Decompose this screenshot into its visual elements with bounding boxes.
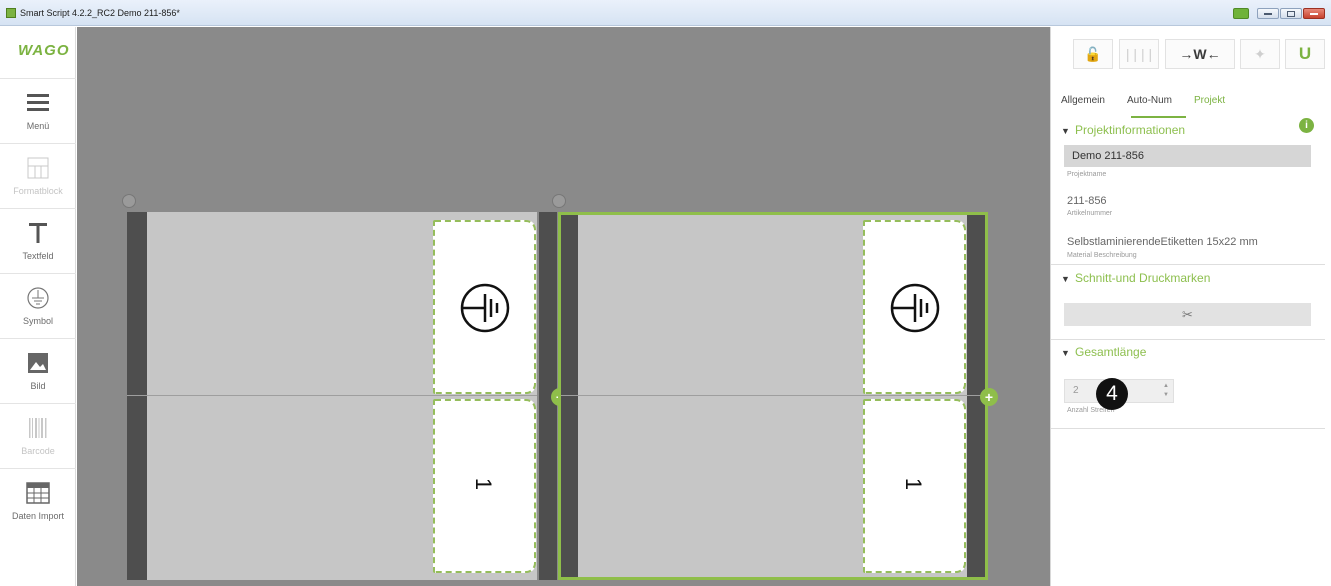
- strip-1-handle[interactable]: [122, 194, 136, 208]
- label-number: 1: [901, 477, 927, 491]
- minimize-button[interactable]: [1257, 8, 1279, 19]
- strip-2-midline: [561, 395, 985, 396]
- article-number-caption: Artikelnummer: [1067, 210, 1113, 217]
- tool-menu[interactable]: Menü: [0, 80, 76, 144]
- strip-2-handle[interactable]: [552, 194, 566, 208]
- properties-panel: 🔓 | | | | →W← ✦ U Allgemein Auto-Num Pro…: [1050, 27, 1331, 586]
- close-button[interactable]: [1303, 8, 1325, 19]
- project-name-field[interactable]: Demo 211-856: [1064, 145, 1311, 167]
- tab-auto-num[interactable]: Auto-Num: [1127, 95, 1172, 106]
- label-cell-number[interactable]: 1: [863, 399, 966, 573]
- info-icon[interactable]: i: [1299, 118, 1314, 133]
- wago-logo: WAGO: [0, 27, 76, 79]
- format-block-icon: [27, 157, 49, 179]
- label-number: 1: [471, 477, 497, 491]
- fit-width-icon[interactable]: →W←: [1165, 39, 1235, 69]
- divider: [1051, 428, 1325, 429]
- material-description-value[interactable]: SelbstlaminierendeEtiketten 15x22 mm: [1067, 236, 1258, 248]
- maximize-button[interactable]: [1280, 8, 1302, 19]
- app-icon: [6, 8, 16, 18]
- label-canvas[interactable]: 1 + 1 +: [77, 27, 1050, 586]
- section-schnitt-und-druckmarken[interactable]: ▼ Schnitt-und Druckmarken: [1061, 271, 1210, 285]
- strip-1-left-edge: [127, 212, 147, 580]
- tool-textfeld[interactable]: Textfeld: [0, 210, 76, 274]
- tool-bild[interactable]: Bild: [0, 340, 76, 404]
- title-bar: Smart Script 4.2.2_RC2 Demo 211-856*: [0, 0, 1331, 26]
- workspace-icon[interactable]: [1233, 8, 1249, 19]
- chevron-down-icon: ▼: [1061, 348, 1070, 358]
- article-number-value[interactable]: 211-856: [1067, 195, 1107, 207]
- label-cell-symbol[interactable]: [863, 220, 966, 394]
- left-toolbar: WAGO Menü Formatblock Textfeld Symbol Bi…: [0, 27, 76, 586]
- stepper-arrows-icon[interactable]: ▲ ▼: [1163, 382, 1169, 400]
- label-cell-number[interactable]: 1: [433, 399, 536, 573]
- protective-earth-icon: [460, 283, 510, 333]
- magnet-icon[interactable]: U: [1285, 39, 1325, 69]
- divider: [1051, 339, 1325, 340]
- divider: [1051, 264, 1325, 265]
- magic-wand-icon[interactable]: ✦: [1240, 39, 1280, 69]
- tool-symbol[interactable]: Symbol: [0, 275, 76, 339]
- chevron-down-icon: ▼: [1061, 126, 1070, 136]
- section-gesamtlaenge[interactable]: ▼ Gesamtlänge: [1061, 345, 1146, 359]
- tab-projekt[interactable]: Projekt: [1194, 95, 1225, 106]
- add-label-button[interactable]: +: [980, 388, 998, 406]
- unlock-icon[interactable]: 🔓: [1073, 39, 1113, 69]
- window-title: Smart Script 4.2.2_RC2 Demo 211-856*: [20, 8, 180, 18]
- columns-icon[interactable]: | | | |: [1119, 39, 1159, 69]
- strip-1-midline: [127, 395, 537, 396]
- chevron-down-icon: ▼: [1061, 274, 1070, 284]
- scissors-icon[interactable]: ✂: [1064, 303, 1311, 326]
- callout-badge: 4: [1096, 378, 1128, 410]
- strip-2-left-edge: [561, 215, 578, 577]
- section-projektinformationen[interactable]: ▼ Projektinformationen: [1061, 123, 1185, 137]
- tool-daten-import[interactable]: Daten Import: [0, 470, 76, 534]
- material-description-caption: Material Beschreibung: [1067, 252, 1137, 259]
- image-icon: [28, 353, 48, 373]
- tool-barcode[interactable]: Barcode: [0, 405, 76, 469]
- table-import-icon: [26, 482, 50, 504]
- tool-formatblock[interactable]: Formatblock: [0, 145, 76, 209]
- smart-script-window: Smart Script 4.2.2_RC2 Demo 211-856* WAG…: [0, 0, 1331, 586]
- tab-allgemein[interactable]: Allgemein: [1061, 95, 1105, 106]
- barcode-icon: [29, 418, 47, 438]
- ground-symbol-icon: [27, 287, 49, 309]
- text-field-icon: [29, 223, 47, 243]
- project-name-caption: Projektname: [1067, 171, 1107, 178]
- active-tab-underline: [1131, 116, 1186, 118]
- protective-earth-icon: [890, 283, 940, 333]
- menu-icon: [27, 94, 49, 111]
- label-cell-symbol[interactable]: [433, 220, 536, 394]
